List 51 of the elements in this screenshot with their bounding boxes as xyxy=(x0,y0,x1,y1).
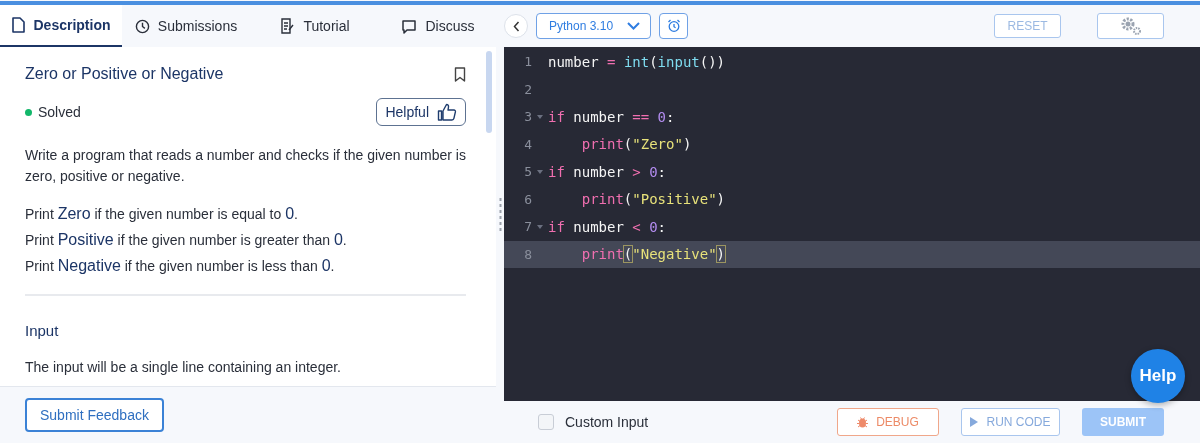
line-number: 3 xyxy=(523,109,532,125)
line-number: 4 xyxy=(523,136,532,152)
checkbox[interactable] xyxy=(538,414,554,430)
code-line: if number < 0: xyxy=(548,218,667,235)
section-heading: Input xyxy=(25,322,60,339)
document-icon xyxy=(11,17,26,33)
helpful-button[interactable]: Helpful xyxy=(376,98,466,126)
submit-feedback-button[interactable]: Submit Feedback xyxy=(25,398,164,432)
rule-text: Print Negative if the given number is less than 0. xyxy=(25,256,336,276)
rule-text: Print Positive if the given number is greater than 0. xyxy=(25,230,348,250)
fold-arrow-icon[interactable] xyxy=(537,114,543,119)
code-line: print("Zero") xyxy=(580,136,692,153)
tab[interactable]: Tutorial xyxy=(250,5,380,47)
input-text: The input will be a single line containing an integer. xyxy=(25,358,342,377)
code-line: if number == 0: xyxy=(548,108,675,125)
line-number: 1 xyxy=(523,54,532,70)
line-number: 5 xyxy=(523,164,532,180)
tab[interactable]: Submissions xyxy=(122,5,250,47)
bug-icon xyxy=(857,416,869,428)
description-text: Write a program that reads a number and checks if the given number is zero, positive or negative. xyxy=(25,146,466,186)
code-line: print("Positive") xyxy=(580,191,726,208)
code-line: if number > 0: xyxy=(548,163,667,180)
settings-button[interactable] xyxy=(1097,13,1164,39)
timer-button[interactable] xyxy=(659,13,688,39)
clock-icon xyxy=(134,18,150,34)
chat-icon xyxy=(401,18,418,34)
bookmark-icon[interactable] xyxy=(454,66,466,82)
code-line: number = int(input()) xyxy=(548,53,726,70)
tab[interactable]: Discuss xyxy=(380,5,496,47)
fold-arrow-icon[interactable] xyxy=(537,224,543,229)
tab[interactable]: Description xyxy=(0,5,122,47)
play-icon xyxy=(970,417,979,427)
scrollbar[interactable] xyxy=(486,51,492,133)
problem-title: Zero or Positive or Negative xyxy=(25,65,224,83)
chevron-left-icon xyxy=(512,20,520,32)
resize-handle[interactable] xyxy=(498,197,502,231)
line-number: 7 xyxy=(523,219,532,235)
collapse-button[interactable] xyxy=(504,14,528,38)
line-number: 8 xyxy=(523,246,532,262)
thumbs-up-icon xyxy=(437,103,457,121)
code-line: print("Negative") xyxy=(580,246,726,263)
status-label: Solved xyxy=(38,104,82,120)
line-number: 6 xyxy=(523,191,532,207)
caret-icon xyxy=(627,22,640,30)
checkbox-label: Custom Input xyxy=(565,414,649,430)
note-icon xyxy=(280,18,296,34)
alarm-clock-icon xyxy=(666,19,681,33)
fold-arrow-icon[interactable] xyxy=(537,169,543,174)
line-number: 2 xyxy=(523,81,532,97)
rule-text: Print Zero if the given number is equal to 0. xyxy=(25,204,299,224)
language-dropdown[interactable]: Python 3.10 xyxy=(536,13,651,39)
